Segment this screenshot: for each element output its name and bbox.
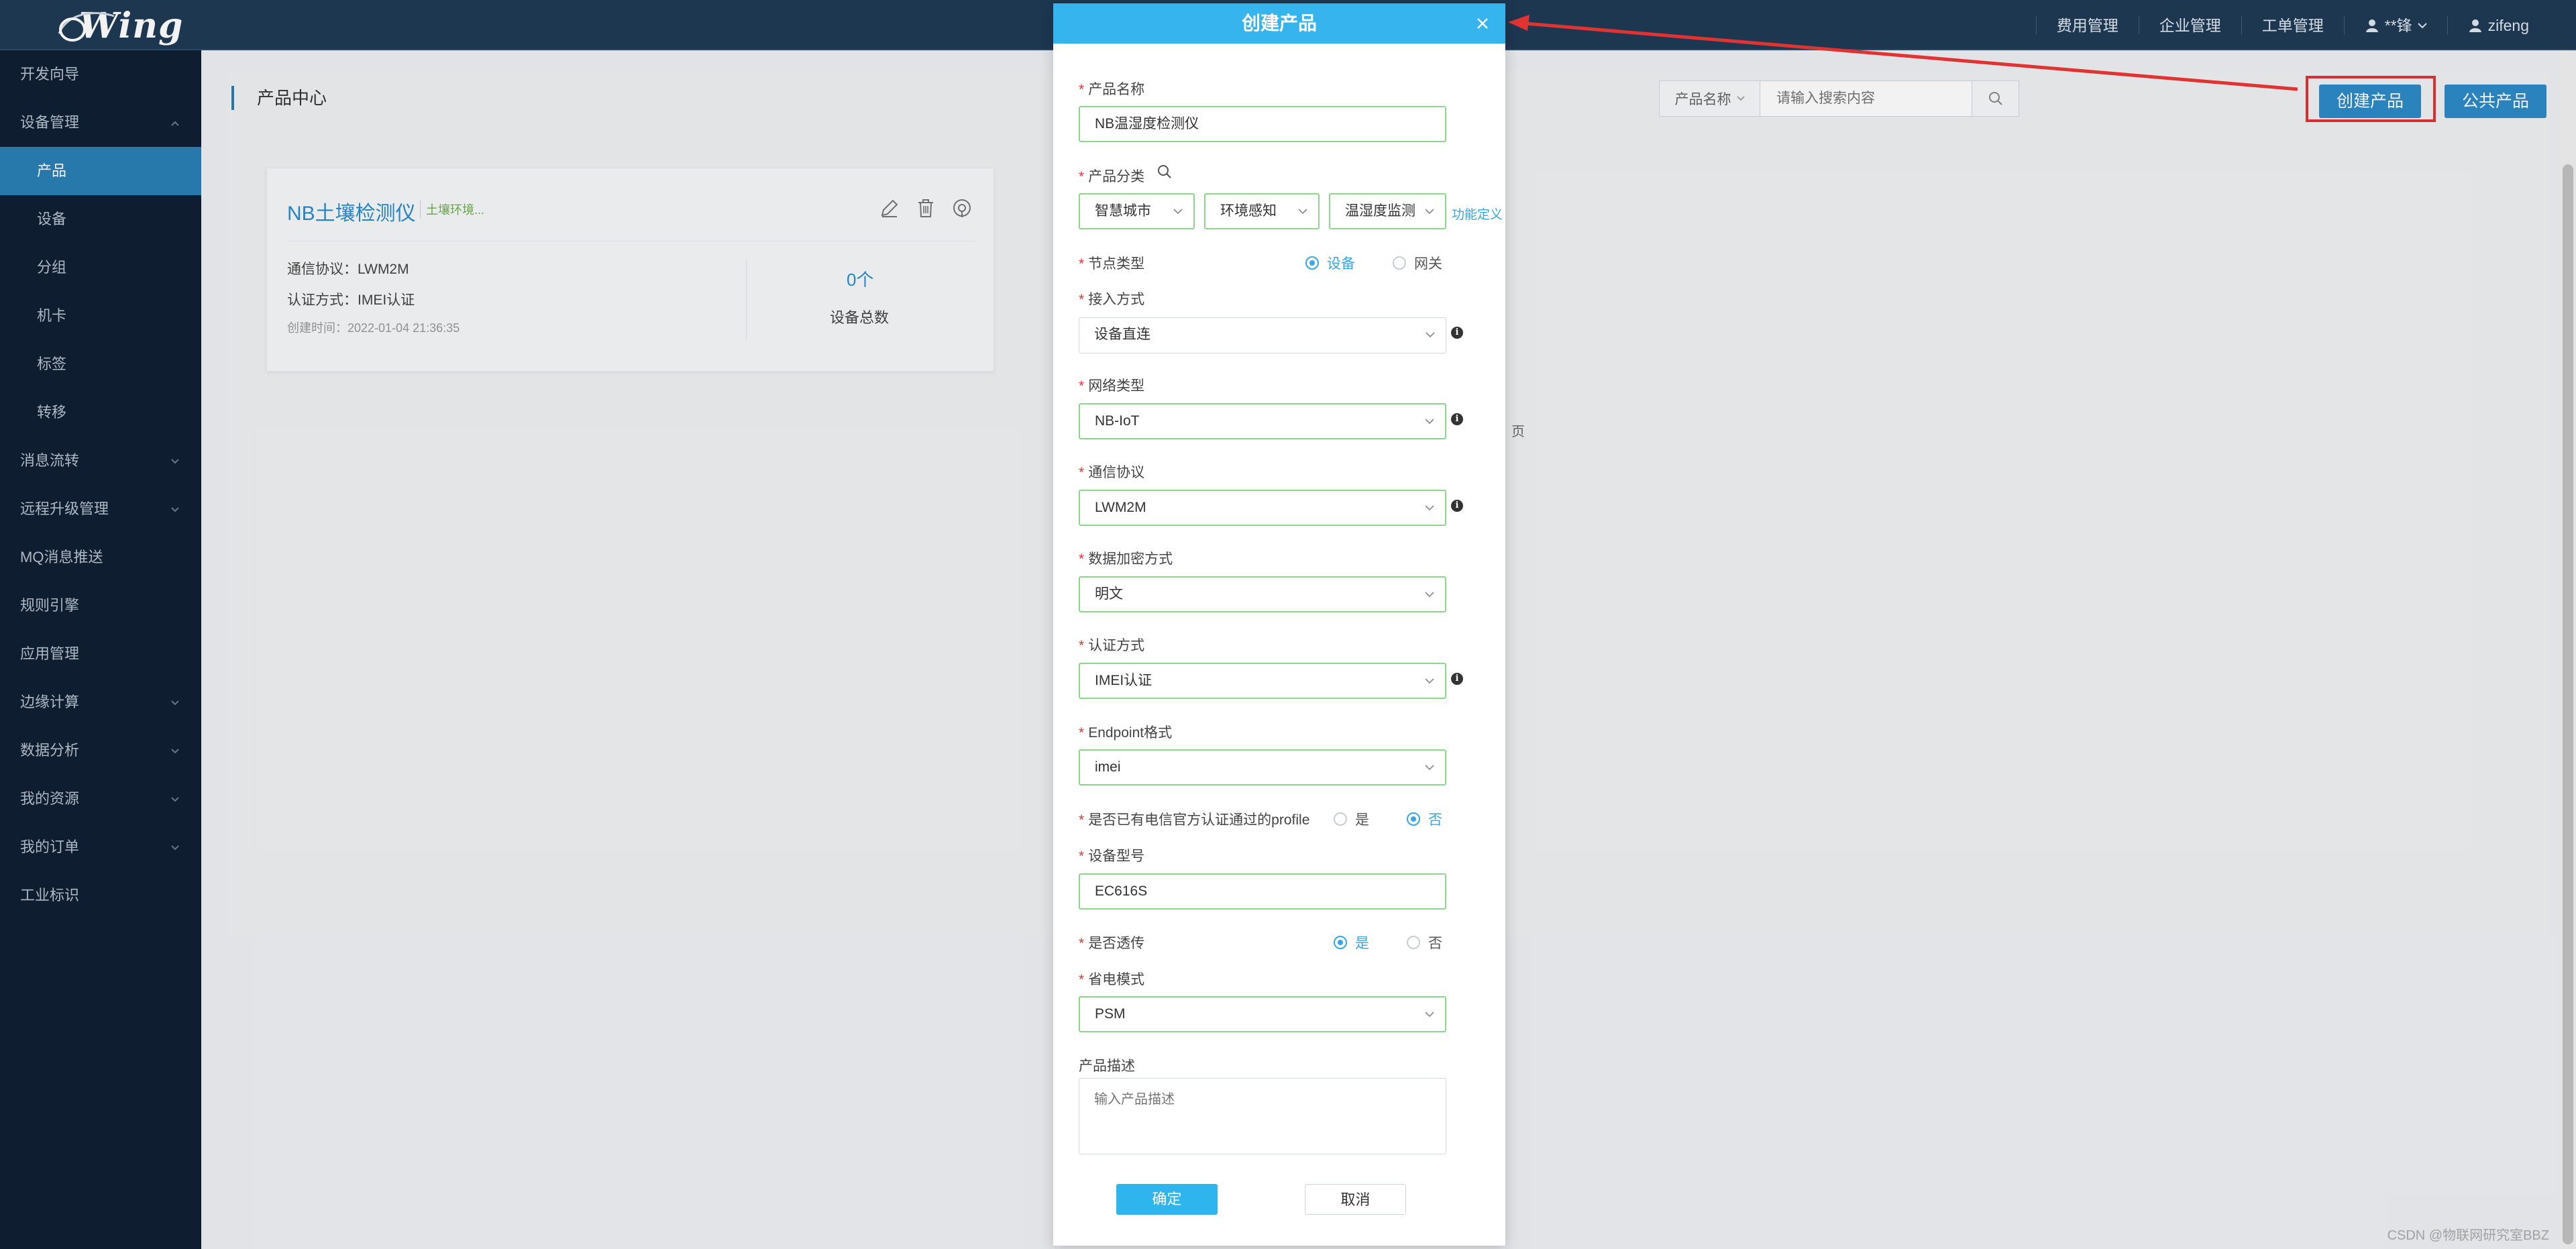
profile-no-radio[interactable]: 否 — [1407, 809, 1442, 829]
info-icon[interactable]: i — [1451, 327, 1463, 339]
protocol-select[interactable]: LWM2M — [1079, 490, 1446, 526]
protocol-value: LWM2M — [1095, 500, 1146, 515]
encryption-label: * 数据加密方式 — [1079, 551, 1173, 567]
passthrough-label: * 是否透传 — [1079, 936, 1145, 951]
info-icon[interactable]: i — [1451, 500, 1463, 512]
chevron-down-icon — [1298, 209, 1307, 215]
category-select-3-value: 温湿度监测 — [1345, 203, 1415, 219]
chevron-down-icon — [1426, 332, 1435, 338]
power-mode-label: * 省电模式 — [1079, 972, 1145, 987]
device-model-input[interactable]: EC616S — [1079, 873, 1446, 910]
chevron-down-icon — [1425, 505, 1434, 511]
node-type-label: * 节点类型 — [1079, 256, 1145, 272]
category-select-2-value: 环境感知 — [1220, 203, 1277, 219]
auth-method-select[interactable]: IMEI认证 — [1079, 663, 1446, 699]
endpoint-format-select[interactable]: imei — [1079, 749, 1446, 785]
power-mode-select[interactable]: PSM — [1079, 996, 1446, 1032]
auth-method-label: * 认证方式 — [1079, 638, 1145, 653]
node-type-gateway-radio[interactable]: 网关 — [1393, 253, 1442, 273]
dialog-header: 创建产品 — [1053, 3, 1505, 44]
endpoint-format-label: * Endpoint格式 — [1079, 725, 1173, 741]
endpoint-format-value: imei — [1095, 759, 1121, 775]
protocol-label: * 通信协议 — [1079, 465, 1145, 480]
chevron-down-icon — [1425, 678, 1434, 684]
passthrough-yes-radio[interactable]: 是 — [1334, 932, 1369, 953]
encryption-select[interactable]: 明文 — [1079, 576, 1446, 612]
category-label: * 产品分类 — [1079, 169, 1145, 184]
category-select-3[interactable]: 温湿度监测 — [1329, 193, 1446, 229]
profile-yes-radio[interactable]: 是 — [1334, 809, 1369, 829]
chevron-down-icon — [1425, 209, 1434, 215]
network-type-select[interactable]: NB-IoT — [1079, 403, 1446, 439]
encryption-value: 明文 — [1095, 586, 1123, 602]
create-product-dialog: 创建产品 * 产品名称 NB温湿度检测仪 * 产品分类 智慧城市 环境感知 温湿度监… — [1053, 3, 1505, 1246]
product-name-label: * 产品名称 — [1079, 82, 1145, 97]
description-textarea[interactable] — [1079, 1078, 1446, 1154]
profile-label: * 是否已有电信官方认证通过的profile — [1079, 812, 1310, 828]
info-icon[interactable]: i — [1451, 673, 1463, 685]
description-label: 产品描述 — [1079, 1058, 1135, 1074]
chevron-down-icon — [1425, 765, 1434, 771]
chevron-down-icon — [1425, 419, 1434, 425]
network-type-label: * 网络类型 — [1079, 378, 1145, 394]
access-method-select[interactable]: 设备直连 — [1079, 317, 1446, 354]
chevron-down-icon — [1173, 209, 1183, 215]
auth-method-value: IMEI认证 — [1095, 673, 1152, 688]
info-icon[interactable]: i — [1451, 413, 1463, 425]
category-select-1[interactable]: 智慧城市 — [1079, 193, 1195, 229]
category-select-1-value: 智慧城市 — [1095, 203, 1151, 219]
search-icon[interactable] — [1157, 164, 1172, 179]
passthrough-no-radio[interactable]: 否 — [1407, 932, 1442, 953]
product-name-input[interactable]: NB温湿度检测仪 — [1079, 106, 1446, 142]
chevron-down-icon — [1425, 1012, 1434, 1018]
network-type-value: NB-IoT — [1095, 413, 1140, 429]
dialog-title: 创建产品 — [1241, 13, 1317, 34]
category-select-2[interactable]: 环境感知 — [1204, 193, 1320, 229]
close-icon[interactable] — [1474, 15, 1491, 32]
function-definition-link[interactable]: 功能定义 — [1452, 205, 1503, 223]
device-model-label: * 设备型号 — [1079, 849, 1145, 864]
cancel-button[interactable]: 取消 — [1305, 1184, 1406, 1215]
power-mode-value: PSM — [1095, 1006, 1126, 1022]
chevron-down-icon — [1425, 592, 1434, 598]
access-method-value: 设备直连 — [1094, 327, 1150, 342]
confirm-button[interactable]: 确定 — [1116, 1184, 1218, 1215]
node-type-device-radio[interactable]: 设备 — [1305, 253, 1355, 273]
access-method-label: * 接入方式 — [1079, 292, 1145, 307]
